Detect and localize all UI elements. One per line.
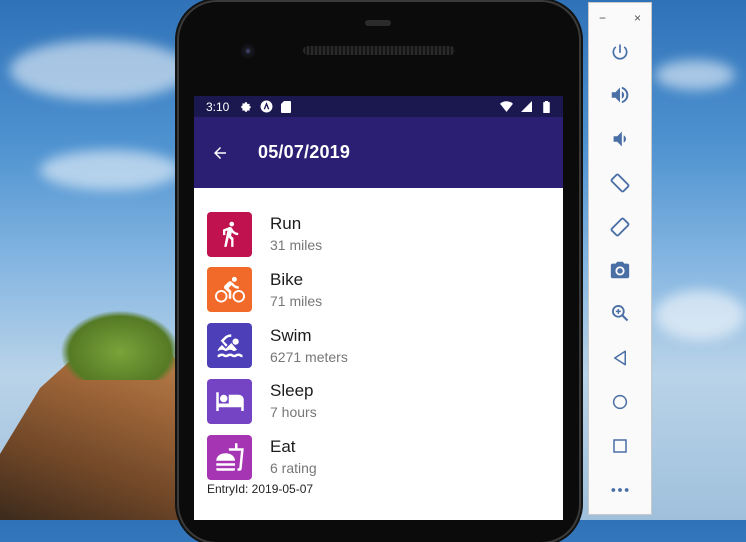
activity-list: Run 31 miles Bike 71 miles Swim 6271 met… [194, 188, 563, 480]
page-title: 05/07/2019 [258, 142, 351, 162]
app-bar: 05/07/2019 [194, 117, 563, 188]
wifi-icon [499, 100, 513, 114]
entry-id-label: EntryId: 2019-05-07 [207, 482, 314, 496]
home-circle-icon[interactable] [607, 389, 633, 415]
phone-top-slot [365, 20, 391, 26]
item-title: Run [270, 214, 302, 233]
wallpaper-cloud [10, 40, 190, 100]
sleep-icon [207, 378, 252, 424]
list-item-run[interactable]: Run 31 miles [207, 211, 563, 257]
wallpaper-cloud [655, 60, 735, 90]
item-title: Swim [270, 325, 312, 345]
camera-icon[interactable] [607, 257, 633, 283]
app-notification-icon [259, 100, 273, 114]
volume-up-icon[interactable] [607, 82, 633, 108]
zoom-icon[interactable] [607, 300, 633, 326]
list-item-sleep[interactable]: Sleep 7 hours [207, 378, 563, 424]
back-triangle-icon[interactable] [607, 345, 633, 371]
phone-screen: 3:10 05/07/2019 Run 31 miles Bike 71 mil… [194, 96, 563, 520]
battery-icon [539, 100, 553, 114]
wallpaper-cloud [40, 150, 180, 190]
list-item-bike[interactable]: Bike 71 miles [207, 267, 563, 313]
emulator-toolbar: − × [588, 2, 652, 515]
status-bar: 3:10 [194, 96, 563, 117]
rotate-left-icon[interactable] [607, 170, 633, 196]
cell-signal-icon [519, 100, 533, 114]
overview-square-icon[interactable] [607, 433, 633, 459]
food-icon [207, 434, 252, 480]
sd-card-icon [279, 100, 293, 114]
bike-icon [207, 267, 252, 313]
power-icon[interactable] [607, 39, 633, 65]
item-subtitle: 6271 meters [270, 348, 348, 365]
item-subtitle: 6 rating [270, 460, 317, 477]
volume-down-icon[interactable] [607, 126, 633, 152]
item-subtitle: 31 miles [270, 237, 323, 253]
earpiece-speaker [303, 46, 455, 55]
item-title: Eat [270, 437, 296, 457]
item-subtitle: 71 miles [270, 292, 323, 309]
close-button[interactable]: × [634, 11, 641, 25]
list-item-eat[interactable]: Eat 6 rating [207, 434, 563, 480]
list-item-swim[interactable]: Swim 6271 meters [207, 323, 563, 369]
minimize-button[interactable]: − [599, 11, 606, 25]
front-camera [241, 44, 255, 58]
status-time: 3:10 [206, 99, 230, 114]
rotate-right-icon[interactable] [607, 214, 633, 240]
back-arrow-icon[interactable] [208, 141, 232, 165]
swim-icon [207, 323, 252, 369]
item-subtitle: 7 hours [270, 404, 317, 421]
run-icon [207, 211, 252, 257]
item-title: Sleep [270, 381, 314, 401]
more-icon[interactable] [607, 477, 633, 503]
settings-gear-icon [239, 100, 253, 114]
item-title: Bike [270, 269, 304, 289]
wallpaper-grass [60, 310, 180, 380]
wallpaper-cloud [655, 290, 745, 340]
